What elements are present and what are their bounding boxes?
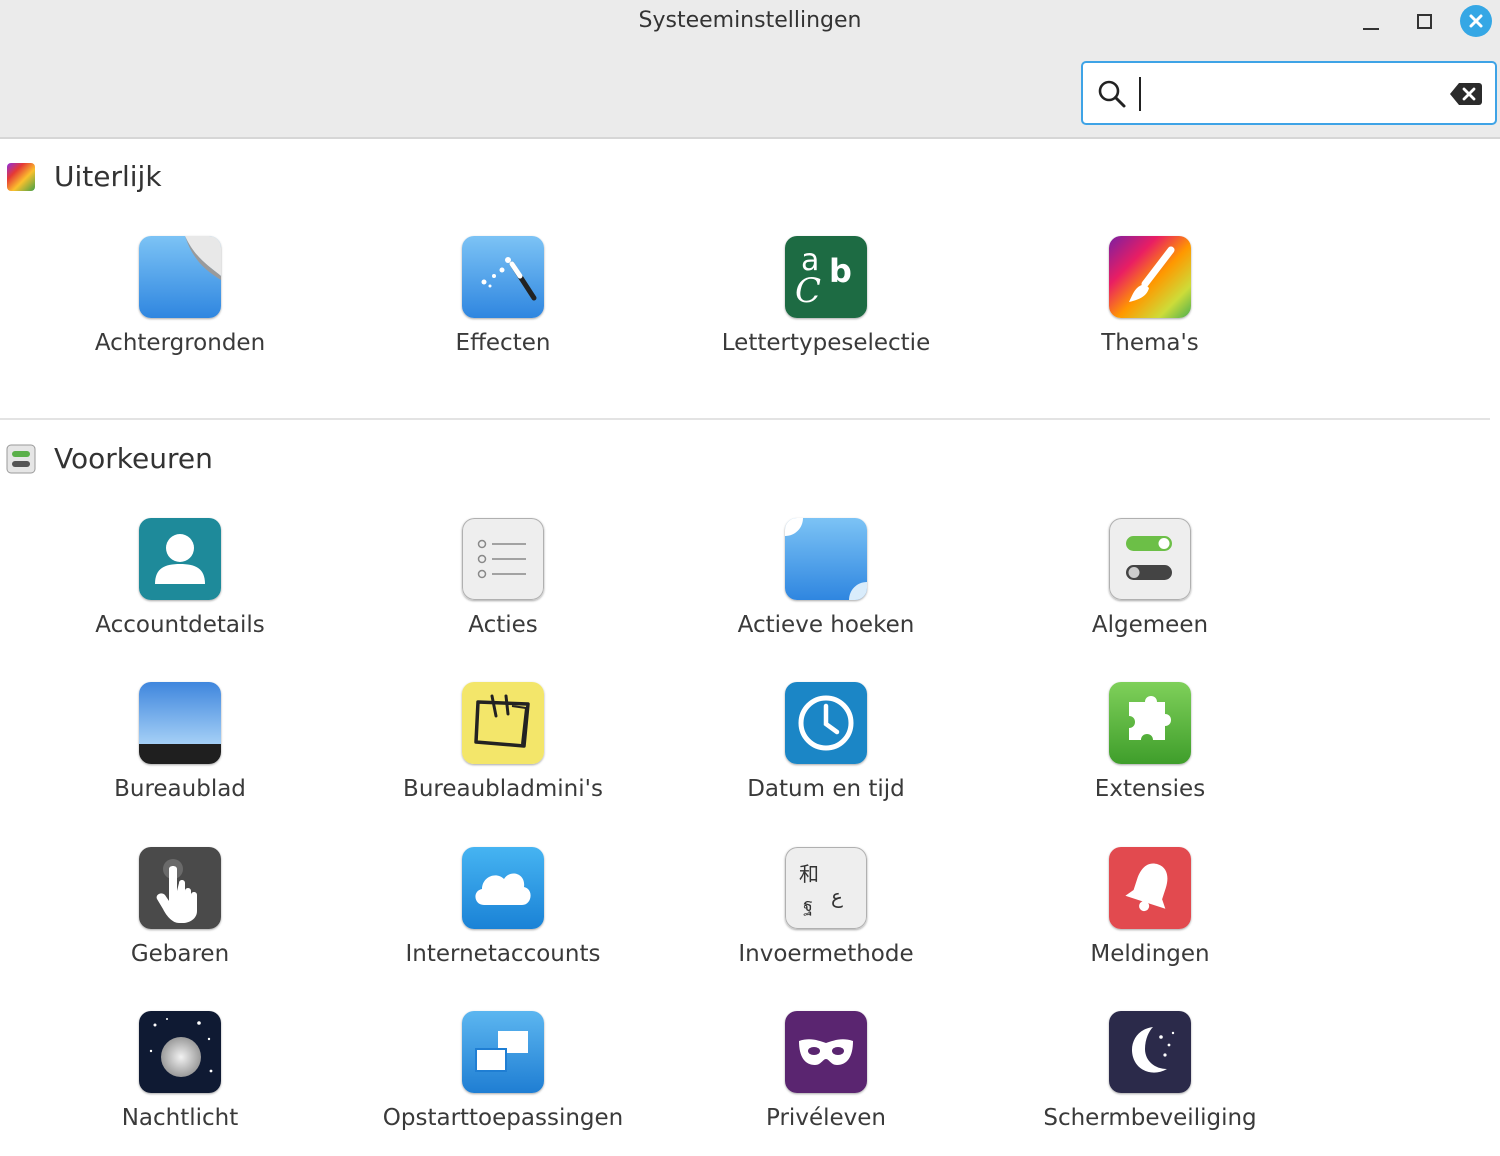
desklets-icon [462,682,544,764]
search-box[interactable] [1081,61,1497,125]
settings-item-label: Lettertypeselectie [721,330,931,356]
svg-text:和: 和 [799,862,819,886]
settings-item-label: Internetaccounts [405,941,601,967]
settings-item-gebaren[interactable]: Gebaren [20,847,340,967]
settings-item-label: Schermbeveiliging [1043,1105,1257,1131]
settings-item-label: Acties [468,612,538,638]
section-divider [0,418,1490,420]
svg-text:ฐ: ฐ [803,895,813,916]
startup-applications-icon [462,1011,544,1093]
notifications-icon [1109,847,1191,929]
search-input[interactable] [1137,75,1437,113]
window-title: Systeeminstellingen [638,8,862,33]
settings-item-label: Effecten [455,330,551,356]
settings-item-themas[interactable]: Thema's [990,236,1310,356]
minimize-icon [1363,28,1379,30]
settings-item-label: Accountdetails [95,612,265,638]
account-details-icon [139,518,221,600]
extensions-icon [1109,682,1191,764]
settings-item-actieve-hoeken[interactable]: Actieve hoeken [666,518,986,638]
settings-item-label: Nachtlicht [121,1105,239,1131]
themes-icon [1109,236,1191,318]
settings-item-label: Bureaubladmini's [403,776,603,802]
font-selection-icon: a b C [785,236,867,318]
text-cursor [1139,77,1141,111]
settings-item-label: Thema's [1101,330,1199,356]
section-header-appearance: Uiterlijk [6,160,162,193]
appearance-icon [7,162,35,191]
settings-item-label: Algemeen [1091,612,1209,638]
gestures-icon [139,847,221,929]
actions-icon [462,518,544,600]
settings-item-achtergronden[interactable]: Achtergronden [20,236,340,356]
screensaver-icon [1109,1011,1191,1093]
settings-item-nachtlicht[interactable]: Nachtlicht [20,1011,340,1131]
online-accounts-icon [462,847,544,929]
effects-icon [462,236,544,318]
general-icon [1109,518,1191,600]
search-icon [1098,80,1126,108]
desktop-icon [139,682,221,764]
settings-item-acties[interactable]: Acties [343,518,663,638]
settings-item-accountdetails[interactable]: Accountdetails [20,518,340,638]
settings-item-label: Datum en tijd [747,776,905,802]
settings-item-label: Opstarttoepassingen [382,1105,624,1131]
settings-item-label: Extensies [1094,776,1206,802]
settings-item-schermbeveiliging[interactable]: Schermbeveiliging [990,1011,1310,1131]
section-title: Voorkeuren [54,442,213,475]
settings-item-bureaubladminis[interactable]: Bureaubladmini's [343,682,663,802]
settings-item-label: Privéleven [766,1105,886,1131]
settings-item-datum-en-tijd[interactable]: Datum en tijd [666,682,986,802]
settings-item-label: Bureaublad [114,776,246,802]
minimize-button[interactable] [1354,4,1388,38]
settings-item-label: Achtergronden [94,330,266,356]
settings-item-algemeen[interactable]: Algemeen [990,518,1310,638]
section-title: Uiterlijk [54,160,162,193]
settings-item-effecten[interactable]: Effecten [343,236,663,356]
settings-item-invoermethode[interactable]: 和 ฐ ع Invoermethode [666,847,986,967]
maximize-button[interactable] [1407,4,1441,38]
close-button[interactable] [1459,4,1493,38]
clear-text-icon[interactable] [1449,81,1483,107]
settings-item-internetaccounts[interactable]: Internetaccounts [343,847,663,967]
settings-item-label: Gebaren [130,941,230,967]
settings-item-extensies[interactable]: Extensies [990,682,1310,802]
settings-item-priveleven[interactable]: Privéleven [666,1011,986,1131]
svg-text:ع: ع [831,884,843,908]
night-light-icon [139,1011,221,1093]
svg-text:C: C [795,271,821,311]
preferences-icon [6,444,36,473]
settings-item-lettertypeselectie[interactable]: a b C Lettertypeselectie [666,236,986,356]
close-icon [1460,5,1492,37]
title-bar: Systeeminstellingen [0,0,1500,139]
privacy-icon [785,1011,867,1093]
input-method-icon: 和 ฐ ع [785,847,867,929]
settings-item-label: Invoermethode [738,941,914,967]
svg-text:b: b [829,252,852,290]
settings-item-meldingen[interactable]: Meldingen [990,847,1310,967]
hot-corners-icon [785,518,867,600]
maximize-icon [1416,13,1432,29]
settings-item-label: Meldingen [1090,941,1210,967]
settings-item-opstarttoepassingen[interactable]: Opstarttoepassingen [343,1011,663,1131]
date-time-icon [785,682,867,764]
section-header-preferences: Voorkeuren [6,442,213,475]
settings-item-label: Actieve hoeken [737,612,915,638]
settings-item-bureaublad[interactable]: Bureaublad [20,682,340,802]
backgrounds-icon [139,236,221,318]
